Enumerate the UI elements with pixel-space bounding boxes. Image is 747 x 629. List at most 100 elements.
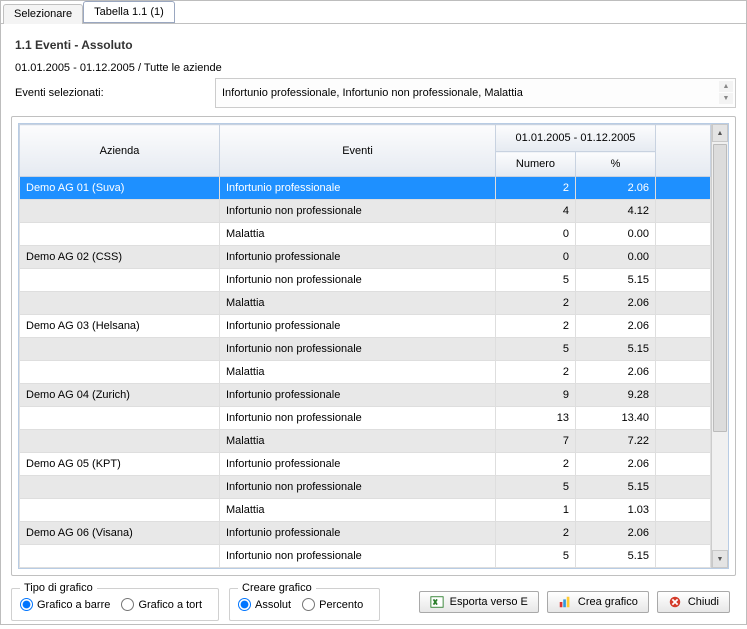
create-chart-button[interactable]: Crea grafico: [547, 591, 649, 613]
cell-eventi: Infortunio non professionale: [220, 269, 496, 292]
cell-spacer: [656, 545, 711, 568]
scroll-down-icon[interactable]: ▼: [712, 550, 728, 568]
cell-numero: 0: [495, 223, 575, 246]
cell-spacer: [656, 384, 711, 407]
filter-up-icon[interactable]: ▲: [719, 81, 733, 92]
table-row[interactable]: Malattia77.22: [20, 430, 711, 453]
vertical-scrollbar[interactable]: ▲ ▼: [711, 124, 728, 568]
cell-percent: 2.06: [575, 177, 655, 200]
cell-eventi: Infortunio non professionale: [220, 338, 496, 361]
radio-bar-input[interactable]: [20, 598, 33, 611]
filter-down-icon[interactable]: ▼: [719, 93, 733, 104]
page-title: 1.1 Eventi - Assoluto: [15, 38, 736, 52]
cell-azienda: Demo AG 06 (Visana): [20, 522, 220, 545]
cell-numero: 2: [495, 315, 575, 338]
cell-eventi: Infortunio professionale: [220, 315, 496, 338]
export-excel-button[interactable]: Esporta verso E: [419, 591, 539, 613]
radio-pie-input[interactable]: [121, 598, 134, 611]
cell-azienda: Demo AG 01 (Suva): [20, 177, 220, 200]
cell-percent: 9.28: [575, 384, 655, 407]
cell-numero: 13: [495, 407, 575, 430]
cell-azienda: Demo AG 03 (Helsana): [20, 315, 220, 338]
cell-percent: 5.15: [575, 269, 655, 292]
cell-percent: 1.03: [575, 499, 655, 522]
cell-spacer: [656, 499, 711, 522]
col-azienda[interactable]: Azienda: [20, 125, 220, 177]
cell-percent: 0.00: [575, 246, 655, 269]
col-percent[interactable]: %: [575, 152, 655, 177]
cell-eventi: Infortunio non professionale: [220, 407, 496, 430]
bar-chart-icon: [558, 595, 572, 609]
table-row[interactable]: Infortunio non professionale55.15: [20, 269, 711, 292]
cell-spacer: [656, 430, 711, 453]
cell-azienda: [20, 361, 220, 384]
cell-azienda: [20, 407, 220, 430]
scroll-up-icon[interactable]: ▲: [712, 124, 728, 142]
tab-table-1-1[interactable]: Tabella 1.1 (1): [83, 1, 175, 23]
radio-absolute[interactable]: Assolut: [238, 598, 291, 611]
cell-spacer: [656, 246, 711, 269]
cell-azienda: [20, 545, 220, 568]
col-numero[interactable]: Numero: [495, 152, 575, 177]
radio-absolute-label: Assolut: [255, 599, 291, 611]
table-row[interactable]: Infortunio non professionale55.15: [20, 545, 711, 568]
cell-azienda: [20, 476, 220, 499]
close-icon: [668, 595, 682, 609]
cell-spacer: [656, 223, 711, 246]
radio-pie[interactable]: Grafico a tort: [121, 598, 202, 611]
table-row[interactable]: Infortunio non professionale55.15: [20, 476, 711, 499]
table-row[interactable]: Demo AG 05 (KPT)Infortunio professionale…: [20, 453, 711, 476]
radio-percent[interactable]: Percento: [302, 598, 363, 611]
table-row[interactable]: Infortunio non professionale55.15: [20, 338, 711, 361]
cell-spacer: [656, 407, 711, 430]
close-button[interactable]: Chiudi: [657, 591, 730, 613]
cell-eventi: Malattia: [220, 292, 496, 315]
cell-percent: 2.06: [575, 453, 655, 476]
events-filter-input[interactable]: Infortunio professionale, Infortunio non…: [215, 78, 736, 108]
cell-azienda: Demo AG 02 (CSS): [20, 246, 220, 269]
cell-percent: 2.06: [575, 292, 655, 315]
scroll-thumb[interactable]: [713, 144, 727, 432]
table-row[interactable]: Demo AG 02 (CSS)Infortunio professionale…: [20, 246, 711, 269]
cell-azienda: [20, 200, 220, 223]
table-row[interactable]: Demo AG 06 (Visana)Infortunio profession…: [20, 522, 711, 545]
col-period[interactable]: 01.01.2005 - 01.12.2005: [495, 125, 655, 152]
cell-spacer: [656, 315, 711, 338]
create-chart-title: Creare grafico: [238, 582, 316, 594]
table-row[interactable]: Infortunio non professionale1313.40: [20, 407, 711, 430]
table-row[interactable]: Malattia11.03: [20, 499, 711, 522]
cell-numero: 2: [495, 522, 575, 545]
tab-select[interactable]: Selezionare: [3, 4, 83, 24]
chart-type-title: Tipo di grafico: [20, 582, 97, 594]
col-eventi[interactable]: Eventi: [220, 125, 496, 177]
table-row[interactable]: Malattia00.00: [20, 223, 711, 246]
table-row[interactable]: Malattia22.06: [20, 292, 711, 315]
cell-percent: 2.06: [575, 522, 655, 545]
cell-eventi: Infortunio non professionale: [220, 476, 496, 499]
radio-bar[interactable]: Grafico a barre: [20, 598, 110, 611]
chart-type-group: Tipo di grafico Grafico a barre Grafico …: [11, 582, 219, 621]
cell-percent: 2.06: [575, 361, 655, 384]
cell-eventi: Infortunio professionale: [220, 522, 496, 545]
radio-absolute-input[interactable]: [238, 598, 251, 611]
cell-numero: 7: [495, 430, 575, 453]
tabstrip: Selezionare Tabella 1.1 (1): [1, 1, 746, 24]
radio-percent-input[interactable]: [302, 598, 315, 611]
cell-numero: 2: [495, 292, 575, 315]
table-row[interactable]: Demo AG 03 (Helsana)Infortunio professio…: [20, 315, 711, 338]
events-filter-value: Infortunio professionale, Infortunio non…: [222, 87, 523, 99]
cell-eventi: Infortunio professionale: [220, 177, 496, 200]
cell-azienda: [20, 338, 220, 361]
table-row[interactable]: Infortunio non professionale44.12: [20, 200, 711, 223]
cell-numero: 5: [495, 338, 575, 361]
cell-spacer: [656, 453, 711, 476]
excel-icon: [430, 595, 444, 609]
table-row[interactable]: Demo AG 01 (Suva)Infortunio professional…: [20, 177, 711, 200]
cell-percent: 5.15: [575, 476, 655, 499]
cell-eventi: Infortunio professionale: [220, 384, 496, 407]
table-row[interactable]: Malattia22.06: [20, 361, 711, 384]
cell-eventi: Infortunio non professionale: [220, 545, 496, 568]
col-spacer: [656, 125, 711, 177]
cell-numero: 5: [495, 545, 575, 568]
table-row[interactable]: Demo AG 04 (Zurich)Infortunio profession…: [20, 384, 711, 407]
